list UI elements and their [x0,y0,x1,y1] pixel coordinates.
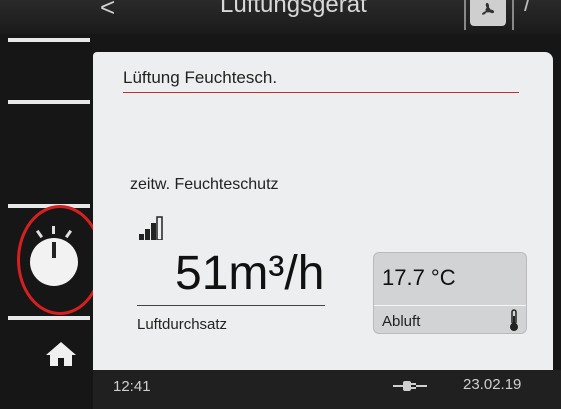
airflow-value: 51m³/h [175,247,325,300]
home-icon [46,342,76,366]
airflow-label: Luftdurchsatz [137,316,228,333]
temperature-value: 17.7 °C [382,265,456,290]
temperature-divider [374,305,526,306]
clock: 12:41 [113,378,151,395]
screen-title: Lüftung Feuchtesch. [123,68,278,87]
sidebar-divider [8,38,90,42]
main-panel: Lüftung Feuchtesch. zeitw. Feuchteschutz… [93,52,553,370]
status-bar: 12:41 23.02.19 [93,370,561,409]
close-icon[interactable]: / [524,0,531,18]
thermometer-icon [508,308,520,337]
fan-level-icon [139,214,165,245]
divider [512,0,514,30]
page-title: Lüftungsgerät [220,0,367,18]
top-bar: < Lüftungsgerät / [0,0,561,34]
title-underline [123,92,519,93]
date: 23.02.19 [463,376,522,393]
fan-icon [482,2,495,15]
back-icon[interactable]: < [100,0,115,20]
airflow-underline [137,305,325,306]
temperature-source: Abluft [382,313,421,330]
fan-button[interactable] [470,0,506,26]
temperature-box[interactable]: 17.7 °C Abluft [373,252,527,334]
home-button[interactable] [44,340,78,373]
mode-label: zeitw. Feuchteschutz [130,176,279,193]
divider [464,0,466,30]
sidebar-divider [8,100,90,104]
plug-icon [393,378,427,399]
sidebar-divider [8,316,90,320]
highlight-ring [17,205,103,315]
